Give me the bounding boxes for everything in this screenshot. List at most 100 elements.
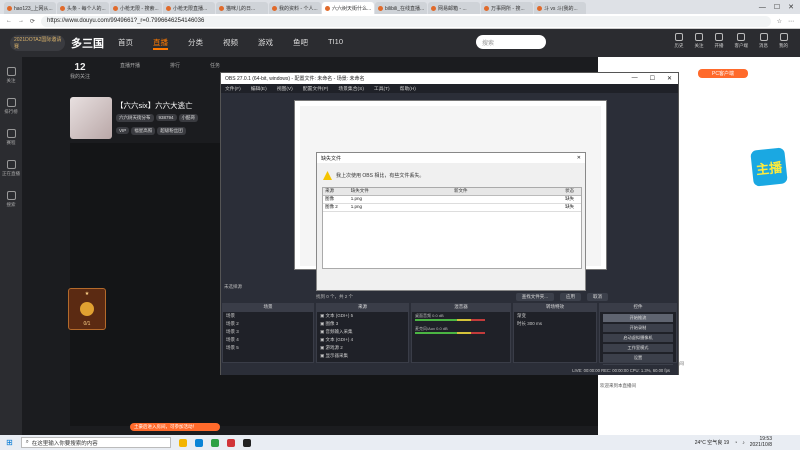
pc-client-button[interactable]: PC客户端 — [698, 69, 748, 78]
clock[interactable]: 19:53 2021/10/8 — [750, 436, 772, 448]
close-icon[interactable]: ✕ — [788, 3, 794, 11]
minimize-icon[interactable]: — — [759, 4, 766, 11]
obs-maximize-icon[interactable]: ☐ — [650, 75, 655, 82]
transition-duration[interactable]: 300 ms — [527, 321, 542, 326]
obs-menu-item[interactable]: 配置文件(P) — [303, 85, 329, 92]
obs-menu-item[interactable]: 场景集合(S) — [338, 85, 364, 92]
promo-banner[interactable]: 主播 — [750, 147, 788, 187]
transition-type[interactable]: 渐变 — [514, 312, 596, 320]
obs-menu-item[interactable]: 文件(F) — [225, 85, 241, 92]
room-tag[interactable]: VIP — [116, 127, 130, 134]
dialog-button[interactable]: 取消 — [587, 292, 608, 301]
controls-list: 开始推流开始录制启动虚拟摄像机工作室模式设置退出 — [600, 314, 676, 372]
gift-box[interactable]: ★ 0/1 — [68, 288, 106, 330]
source-item[interactable]: ▣ 文本 (GDI+) 5 — [317, 312, 408, 320]
browser-tab[interactable]: 六六树天街什么... — [322, 2, 374, 14]
browser-tab[interactable]: 头条 - 每个人的... — [57, 2, 109, 14]
control-button[interactable]: 开始录制 — [603, 324, 673, 332]
obs-menu-item[interactable]: 视图(V) — [277, 85, 293, 92]
obs-menu-item[interactable]: 编辑(E) — [251, 85, 267, 92]
browser-tab[interactable]: 万事网所 - 搜... — [481, 2, 533, 14]
nav-item[interactable]: 首页 — [118, 37, 133, 50]
stat-item[interactable]: 直播开播 — [120, 62, 140, 80]
file-explorer-icon[interactable] — [178, 438, 187, 447]
nav-item[interactable]: 游戏 — [258, 37, 273, 50]
browser-tab[interactable]: 小枪无限直播... — [163, 2, 215, 14]
control-button[interactable]: 开始推流 — [603, 314, 673, 322]
scene-item[interactable]: 场景 5 — [223, 344, 313, 352]
source-item[interactable]: ▣ 游戏源 2 — [317, 344, 408, 352]
header-icon-item[interactable]: 关注 — [695, 33, 704, 49]
header-icon-item[interactable]: 我的 — [779, 33, 788, 49]
source-item[interactable]: ▣ 文本 (GDI+) 4 — [317, 336, 408, 344]
obs-close-icon[interactable]: ✕ — [667, 75, 672, 82]
obs-menu-item[interactable]: 工具(T) — [374, 85, 390, 92]
windows-start-icon[interactable]: ⊞ — [6, 438, 13, 447]
sidebar-item[interactable]: 正在直播 — [2, 160, 20, 177]
edge-browser-icon[interactable] — [194, 438, 203, 447]
forward-icon[interactable]: → — [18, 18, 24, 24]
nav-item[interactable]: 鱼吧 — [293, 37, 308, 50]
sidebar-item[interactable]: 排行榜 — [4, 98, 18, 115]
streamer-avatar[interactable] — [70, 97, 112, 139]
obs-taskbar-icon[interactable] — [242, 438, 251, 447]
control-button[interactable]: 启动虚拟摄像机 — [603, 334, 673, 342]
nav-item[interactable]: TI10 — [328, 37, 343, 50]
browser-tab[interactable]: hao123_上网从... — [4, 2, 56, 14]
scene-item[interactable]: 场景 — [223, 312, 313, 320]
browser-tab[interactable]: 斗 vs 斗(我的... — [534, 2, 586, 14]
stat-item[interactable]: 排行 — [170, 62, 180, 80]
app-icon[interactable] — [226, 438, 235, 447]
stat-item[interactable]: 任务 — [210, 62, 220, 80]
danmaku-hint[interactable]: 土豪后进入房间，可参加活动！ — [130, 423, 220, 431]
room-tag[interactable]: 超级粉丝团 — [157, 127, 186, 135]
event-logo[interactable]: 2021DOTA2国际邀请赛 — [10, 35, 65, 51]
scene-item[interactable]: 场景 3 — [223, 328, 313, 336]
network-icon[interactable]: ◔ — [734, 440, 737, 446]
sidebar-item-label: 搜索 — [6, 202, 16, 207]
sidebar-item[interactable]: 搜索 — [6, 191, 16, 208]
reload-icon[interactable]: ⟳ — [30, 18, 35, 25]
table-row[interactable]: 图像 2 1.png 缺失 — [323, 204, 581, 212]
nav-item[interactable]: 分类 — [188, 37, 203, 50]
browser-tab[interactable]: 猫咪儿的日... — [216, 2, 268, 14]
header-icon-item[interactable]: 开播 — [715, 33, 724, 49]
table-row[interactable]: 图像 1.png 缺失 — [323, 196, 581, 204]
menu-icon[interactable]: ⋯ — [788, 18, 794, 25]
search-input[interactable]: 搜索 — [476, 35, 546, 49]
dialog-close-icon[interactable]: ✕ — [577, 155, 581, 161]
control-button[interactable]: 工作室模式 — [603, 344, 673, 352]
obs-menu-item[interactable]: 帮助(H) — [400, 85, 416, 92]
taskbar-search[interactable]: ⌕ 在这里输入你要搜索的内容 — [20, 437, 171, 448]
header-icon-item[interactable]: 客户端 — [735, 33, 748, 49]
source-item[interactable]: ▣ 音频输入采集 — [317, 328, 408, 336]
scene-item[interactable]: 场景 4 — [223, 336, 313, 344]
dialog-button[interactable]: 查找文件夹... — [515, 292, 554, 301]
site-brand[interactable]: 多三国 — [71, 35, 104, 51]
browser-tab[interactable]: 小枪无限 - 搜索... — [110, 2, 162, 14]
source-item[interactable]: ▣ 图像 3 — [317, 320, 408, 328]
control-button[interactable]: 设置 — [603, 354, 673, 362]
url-field[interactable]: https://www.douyu.com/9949661?_r=0.79966… — [41, 15, 771, 27]
volume-icon[interactable]: ♪ — [742, 440, 745, 446]
stat-item[interactable]: 12 我的关注 — [70, 62, 90, 80]
sidebar-item[interactable]: 赛程 — [6, 129, 16, 146]
header-icon-item[interactable]: 消息 — [759, 33, 768, 49]
back-icon[interactable]: ← — [6, 18, 12, 24]
weather-text[interactable]: 24°C 空气良 19 — [695, 439, 730, 446]
dialog-button[interactable]: 应用 — [560, 292, 581, 301]
header-icon-item[interactable]: 历史 — [675, 33, 684, 49]
browser-tab[interactable]: bilibili_在线直播... — [375, 2, 427, 14]
browser-tab[interactable]: 我的资料 - 个人... — [269, 2, 321, 14]
browser-tab[interactable]: 网易邮箱 - ... — [428, 2, 480, 14]
sidebar-item[interactable]: 关注 — [6, 67, 16, 84]
source-item[interactable]: ▣ 显示器采集 — [317, 352, 408, 360]
maximize-icon[interactable]: ☐ — [774, 3, 780, 11]
nav-item[interactable]: 直播 — [153, 37, 168, 50]
scene-item[interactable]: 场景 2 — [223, 320, 313, 328]
nav-item[interactable]: 视频 — [223, 37, 238, 50]
star-icon[interactable]: ☆ — [777, 18, 782, 25]
room-tag[interactable]: 福星高照 — [131, 127, 156, 135]
app-icon[interactable] — [210, 438, 219, 447]
obs-minimize-icon[interactable]: — — [632, 75, 638, 82]
